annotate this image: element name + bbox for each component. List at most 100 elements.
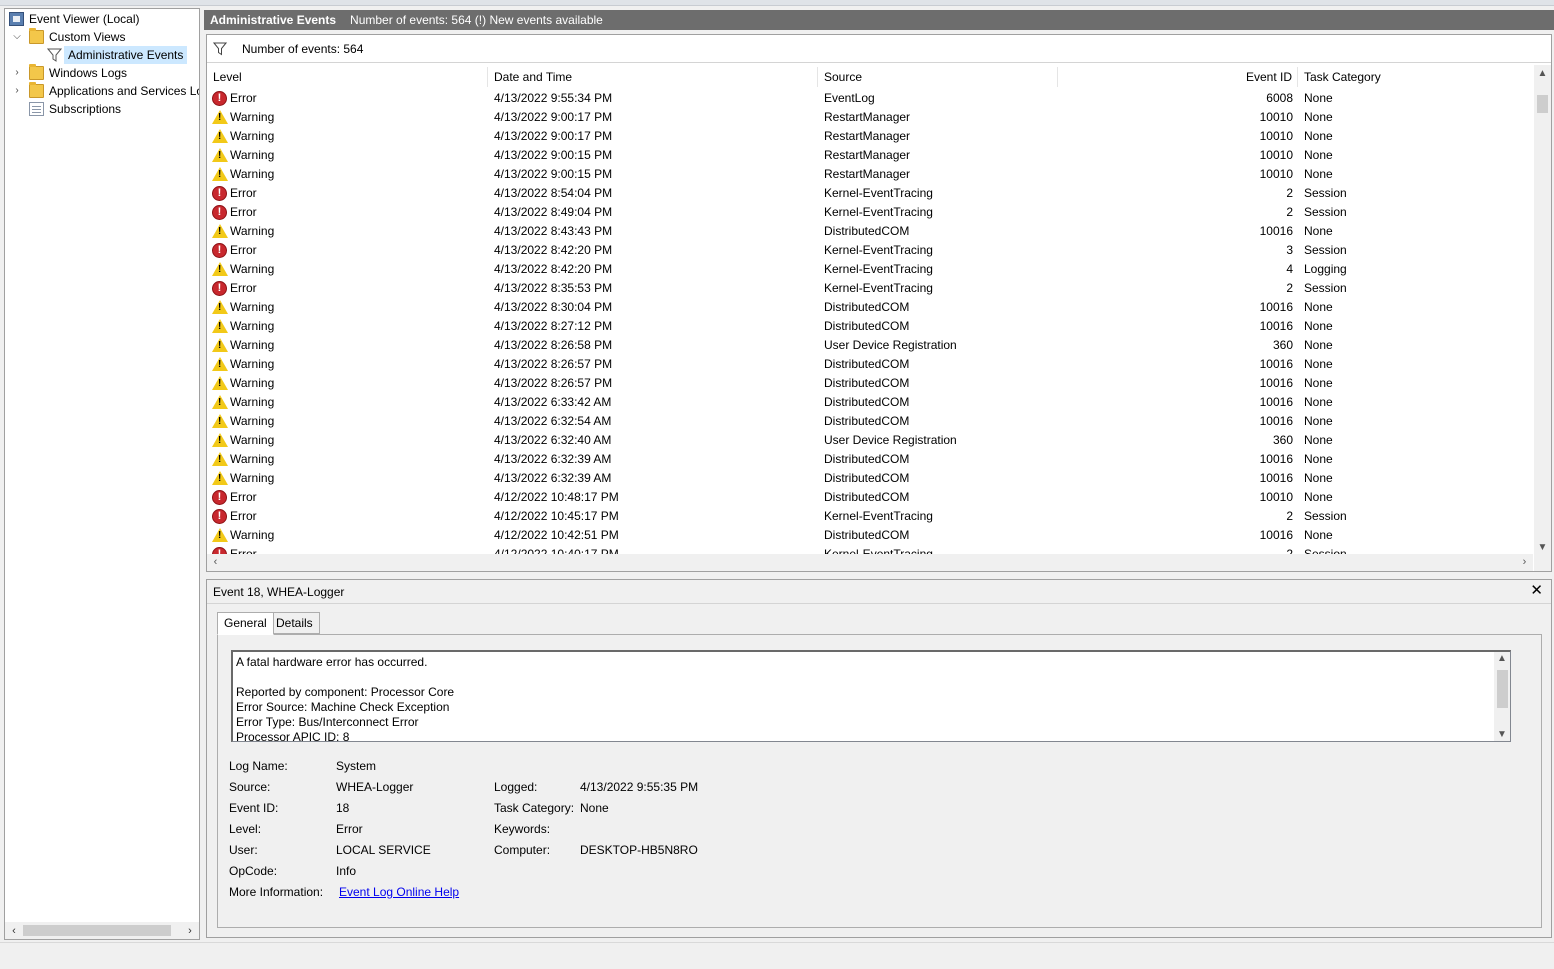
table-row[interactable]: Warning 4/12/2022 10:42:51 PM DistributedC… [207, 526, 1533, 545]
chevron-down-icon[interactable]: ⌵ [12, 28, 22, 46]
table-row[interactable]: ! Error 4/13/2022 8:35:53 PM Kernel-EventTr… [207, 279, 1533, 298]
tree-horizontal-scrollbar[interactable]: ‹ › [4, 922, 200, 940]
table-row[interactable]: Warning 4/13/2022 9:00:15 PM RestartManage… [207, 146, 1533, 165]
tree-item-label: Event Viewer (Local) [29, 12, 140, 26]
subscriptions-icon [29, 102, 44, 116]
chevron-right-icon[interactable]: › [12, 64, 22, 82]
filter-icon [212, 42, 228, 56]
tab-details[interactable]: Details [269, 612, 320, 634]
cell-task-category: None [1304, 319, 1333, 333]
cell-task-category: None [1304, 167, 1333, 181]
table-row[interactable]: ! Error 4/13/2022 8:42:20 PM Kernel-EventTr… [207, 241, 1533, 260]
cell-event-id: 10010 [1259, 110, 1293, 124]
pane-splitter[interactable] [200, 8, 205, 940]
column-header-level[interactable]: Level [207, 67, 488, 87]
scroll-left-icon[interactable]: ‹ [6, 923, 22, 939]
error-icon: ! [212, 186, 227, 201]
scrollbar-thumb[interactable] [1537, 95, 1548, 113]
cell-level: Warning [230, 262, 275, 276]
table-row[interactable]: ! Error 4/12/2022 10:45:17 PM Kernel-EventT… [207, 507, 1533, 526]
cell-source: DistributedCOM [824, 224, 910, 238]
table-row[interactable]: Warning 4/13/2022 8:42:20 PM Kernel-EventT… [207, 260, 1533, 279]
cell-event-id: 10016 [1259, 357, 1293, 371]
status-bar [0, 942, 1554, 969]
cell-source: Kernel-EventTracing [824, 509, 933, 523]
scroll-up-icon[interactable]: ▲ [1494, 652, 1510, 666]
table-row[interactable]: Warning 4/13/2022 6:32:54 AM DistributedCO… [207, 412, 1533, 431]
scrollbar-thumb[interactable] [23, 925, 171, 936]
cell-date: 4/13/2022 8:30:04 PM [494, 300, 613, 314]
cell-event-id: 360 [1272, 338, 1293, 352]
scroll-down-icon[interactable]: ▼ [1494, 728, 1510, 741]
table-row[interactable]: Warning 4/13/2022 8:26:57 PM DistributedCO… [207, 355, 1533, 374]
event-list-vertical-scrollbar[interactable]: ▲ ▼ [1534, 65, 1551, 556]
general-tab-body: A fatal hardware error has occurred. Rep… [217, 634, 1542, 928]
cell-source: Kernel-EventTracing [824, 281, 933, 295]
cell-date: 4/13/2022 9:00:15 PM [494, 167, 613, 181]
cell-task-category: Session [1304, 243, 1347, 257]
cell-event-id: 6008 [1266, 91, 1293, 105]
tree-item-administrative-events[interactable]: Administrative Events [45, 46, 188, 64]
cell-level: Error [230, 205, 257, 219]
cell-level: Error [230, 243, 257, 257]
level-label: Level: [229, 822, 262, 836]
error-icon: ! [212, 509, 227, 524]
message-vertical-scrollbar[interactable]: ▲ ▼ [1494, 652, 1510, 741]
table-row[interactable]: Warning 4/13/2022 6:33:42 AM DistributedCO… [207, 393, 1533, 412]
table-row[interactable]: ! Error 4/13/2022 8:54:04 PM Kernel-EventTr… [207, 184, 1533, 203]
event-id-value: 18 [336, 801, 350, 815]
table-row[interactable]: Warning 4/13/2022 8:30:04 PM DistributedCO… [207, 298, 1533, 317]
table-row[interactable]: Warning 4/13/2022 8:26:58 PM User Device R… [207, 336, 1533, 355]
scroll-left-icon[interactable]: ‹ [207, 554, 224, 571]
cell-event-id: 4 [1286, 262, 1293, 276]
error-icon: ! [212, 91, 227, 106]
user-value: LOCAL SERVICE [336, 843, 431, 857]
source-label: Source: [229, 780, 271, 794]
table-row[interactable]: ! Error 4/13/2022 9:55:34 PM EventLog 6008 No… [207, 89, 1533, 108]
chevron-right-icon[interactable]: › [12, 82, 22, 100]
cell-level: Error [230, 509, 257, 523]
warning-icon [212, 338, 228, 352]
event-list-horizontal-scrollbar[interactable]: ‹ › [207, 554, 1533, 571]
close-icon[interactable]: ✕ [1530, 582, 1543, 600]
filter-icon [46, 48, 63, 62]
scroll-up-icon[interactable]: ▲ [1534, 65, 1551, 82]
cell-task-category: None [1304, 338, 1333, 352]
warning-icon [212, 319, 228, 333]
cell-level: Warning [230, 452, 275, 466]
column-header-source[interactable]: Source [818, 67, 1058, 87]
cell-task-category: None [1304, 490, 1333, 504]
event-id-label: Event ID: [229, 801, 279, 815]
column-header-date[interactable]: Date and Time [488, 67, 818, 87]
cell-level: Warning [230, 224, 275, 238]
event-message-box[interactable]: A fatal hardware error has occurred. Rep… [231, 650, 1511, 742]
column-header-event-id[interactable]: Event ID [1058, 67, 1298, 87]
tab-general[interactable]: General [217, 612, 274, 635]
table-row[interactable]: Warning 4/13/2022 8:27:12 PM DistributedCO… [207, 317, 1533, 336]
table-row[interactable]: Warning 4/13/2022 8:43:43 PM DistributedCO… [207, 222, 1533, 241]
scroll-right-icon[interactable]: › [1516, 554, 1533, 571]
warning-icon [212, 300, 228, 314]
cell-date: 4/13/2022 8:26:57 PM [494, 376, 613, 390]
column-header-task-category[interactable]: Task Category [1298, 67, 1533, 87]
keywords-label: Keywords: [494, 822, 551, 836]
event-viewer-icon [9, 12, 24, 26]
more-information-label: More Information: [229, 885, 324, 899]
table-row[interactable]: Warning 4/13/2022 9:00:17 PM RestartManage… [207, 127, 1533, 146]
table-row[interactable]: ! Error 4/12/2022 10:48:17 PM DistributedCO… [207, 488, 1533, 507]
table-row[interactable]: Warning 4/13/2022 6:32:39 AM DistributedCO… [207, 450, 1533, 469]
cell-date: 4/13/2022 8:26:58 PM [494, 338, 613, 352]
scroll-right-icon[interactable]: › [182, 923, 198, 939]
scrollbar-thumb[interactable] [1497, 670, 1508, 708]
table-row[interactable]: ! Error 4/13/2022 8:49:04 PM Kernel-EventTr… [207, 203, 1533, 222]
cell-date: 4/13/2022 8:27:12 PM [494, 319, 613, 333]
event-log-online-help-link[interactable]: Event Log Online Help [339, 885, 459, 899]
table-row[interactable]: Warning 4/13/2022 9:00:15 PM RestartManage… [207, 165, 1533, 184]
cell-task-category: None [1304, 376, 1333, 390]
folder-icon [29, 28, 44, 44]
table-row[interactable]: Warning 4/13/2022 6:32:40 AM User Device R… [207, 431, 1533, 450]
table-row[interactable]: Warning 4/13/2022 8:26:57 PM DistributedCO… [207, 374, 1533, 393]
error-icon: ! [212, 490, 227, 505]
table-row[interactable]: Warning 4/13/2022 6:32:39 AM DistributedCO… [207, 469, 1533, 488]
table-row[interactable]: Warning 4/13/2022 9:00:17 PM RestartManage… [207, 108, 1533, 127]
